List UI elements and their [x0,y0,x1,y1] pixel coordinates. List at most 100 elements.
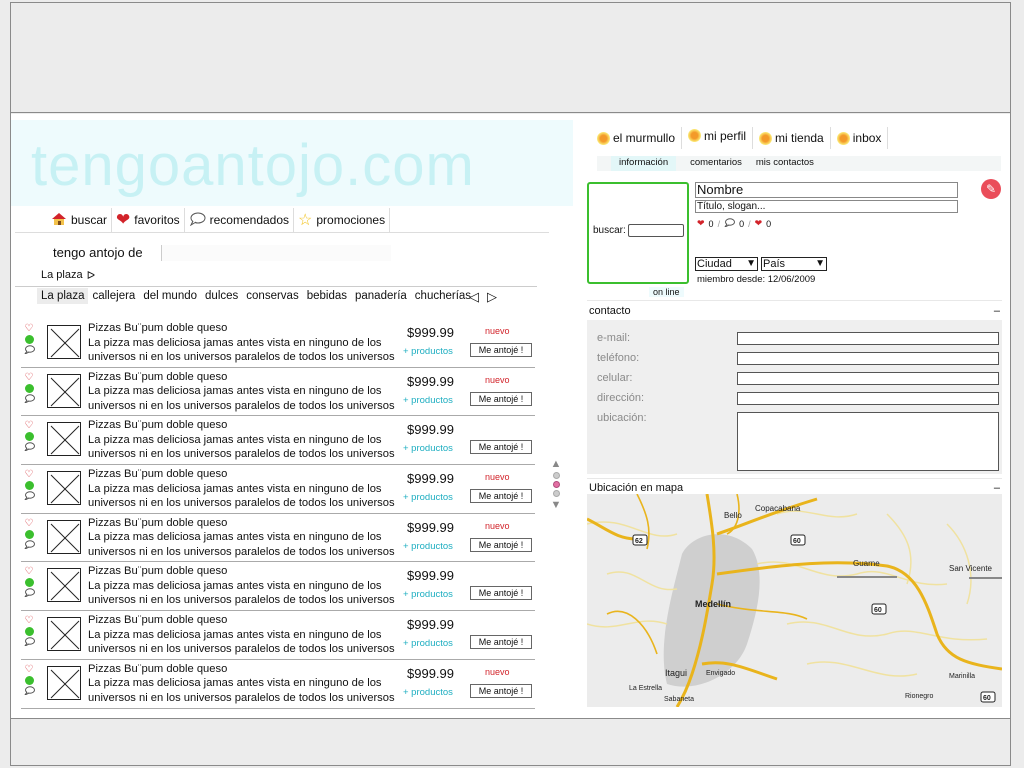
slogan-field[interactable]: Título, slogan... [695,200,958,213]
product-text[interactable]: Pizzas Bu¨pum doble queso La pizza mas d… [88,613,398,657]
edit-pencil-icon[interactable]: ✎ [981,179,1001,199]
tab-panaderia[interactable]: panadería [351,288,411,304]
more-products-link[interactable]: + productos [403,541,453,552]
heart-outline-icon[interactable]: ♡ [25,615,34,626]
row-icons: ♡ [23,372,35,406]
address-field[interactable] [737,392,999,405]
speech-bubble-icon[interactable] [23,686,35,698]
speech-bubble-icon[interactable] [23,345,35,357]
more-products-link[interactable]: + productos [403,346,453,357]
speech-bubble-icon[interactable] [23,637,35,649]
speech-bubble-icon[interactable] [23,442,35,454]
product-image-placeholder[interactable] [47,471,81,506]
product-text[interactable]: Pizzas Bu¨pum doble queso La pizza mas d… [88,516,398,560]
nav-favoritos[interactable]: ❤ favoritos [112,208,185,232]
city-select[interactable]: Ciudad ▼ [695,257,758,271]
me-antoje-button[interactable]: Me antojé ! [470,537,532,552]
nav-promociones[interactable]: ☆ promociones [294,208,391,232]
product-image-placeholder[interactable] [47,617,81,652]
product-row[interactable]: ♡ Pizzas Bu¨pum doble queso La pizza mas… [21,660,535,709]
product-text[interactable]: Pizzas Bu¨pum doble queso La pizza mas d… [88,418,398,462]
product-text[interactable]: Pizzas Bu¨pum doble queso La pizza mas d… [88,564,398,608]
more-products-link[interactable]: + productos [403,638,453,649]
speech-bubble-icon[interactable] [23,393,35,406]
heart-outline-icon[interactable]: ♡ [25,372,34,383]
more-products-link[interactable]: + productos [403,589,453,600]
scroll-down-icon[interactable]: ▼ [551,499,562,511]
product-row[interactable]: ♡ Pizzas Bu¨pum doble queso La pizza mas… [21,416,535,466]
plaza-breadcrumb[interactable]: La plaza ᐅ [41,269,95,282]
speech-bubble-icon[interactable] [23,588,35,600]
product-row[interactable]: ♡ Pizzas Bu¨pum doble queso La pizza mas… [21,562,535,612]
nav-buscar[interactable]: buscar [47,208,113,232]
product-image-placeholder[interactable] [47,519,81,554]
more-products-link[interactable]: + productos [403,395,453,406]
heart-outline-icon[interactable]: ♡ [25,469,34,480]
location-field[interactable] [737,412,999,471]
tab-la-plaza[interactable]: La plaza [37,288,89,304]
tab-bebidas[interactable]: bebidas [303,288,351,304]
product-row[interactable]: ♡ Pizzas Bu¨pum doble queso La pizza mas… [21,514,535,563]
next-arrow-icon[interactable]: ▷ [487,289,497,305]
tab-mis-contactos[interactable]: mis contactos [756,156,814,171]
country-select[interactable]: País ▼ [761,257,827,271]
mobile-field[interactable] [737,372,999,385]
more-products-link[interactable]: + productos [403,492,453,503]
product-row[interactable]: ♡ Pizzas Bu¨pum doble queso La pizza mas… [21,465,535,514]
scroll-up-icon[interactable]: ▲ [551,458,562,470]
product-text[interactable]: Pizzas Bu¨pum doble queso La pizza mas d… [88,370,398,414]
scroll-dot[interactable] [552,490,560,497]
me-antoje-button[interactable]: Me antojé ! [470,635,532,650]
name-field[interactable]: Nombre [695,182,958,198]
tab-informacion[interactable]: información [611,156,677,171]
product-image-placeholder[interactable] [47,422,81,457]
site-logo[interactable]: tengoantojo.com [31,132,475,199]
me-antoje-button[interactable]: Me antojé ! [470,683,532,698]
product-row[interactable]: ♡ Pizzas Bu¨pum doble queso La pizza mas… [21,319,535,368]
scroll-dot[interactable] [552,472,560,479]
speech-bubble-icon[interactable] [23,491,35,503]
product-image-placeholder[interactable] [47,325,81,359]
prev-arrow-icon[interactable]: ◁ [469,289,479,305]
heart-outline-icon[interactable]: ♡ [25,518,34,529]
me-antoje-button[interactable]: Me antojé ! [470,586,532,601]
scroll-dot-active[interactable] [552,481,560,488]
me-antoje-button[interactable]: Me antojé ! [470,440,532,455]
heart-outline-icon[interactable]: ♡ [25,566,34,577]
product-text[interactable]: Pizzas Bu¨pum doble queso La pizza mas d… [88,321,398,365]
me-antoje-button[interactable]: Me antojé ! [470,489,532,504]
product-text[interactable]: Pizzas Bu¨pum doble queso La pizza mas d… [88,662,398,706]
phone-field[interactable] [737,352,999,365]
product-row[interactable]: ♡ Pizzas Bu¨pum doble queso La pizza mas… [21,611,535,660]
nav-el-murmullo[interactable]: el murmullo [591,127,683,149]
email-field[interactable] [737,332,999,345]
heart-outline-icon[interactable]: ♡ [25,664,34,675]
avatar-file-input[interactable] [628,224,684,237]
product-image-placeholder[interactable] [47,568,81,603]
tab-chucherias[interactable]: chucherías [411,288,475,304]
nav-mi-tienda[interactable]: mi tienda [753,127,831,149]
nav-mi-perfil[interactable]: mi perfil [682,127,754,149]
me-antoje-button[interactable]: Me antojé ! [470,343,532,357]
tab-comentarios[interactable]: comentarios [690,156,742,171]
tab-callejera[interactable]: callejera [88,288,139,304]
collapse-icon[interactable]: – [994,482,1000,494]
product-row[interactable]: ♡ Pizzas Bu¨pum doble queso La pizza mas… [21,368,535,417]
more-products-link[interactable]: + productos [403,443,453,454]
product-text[interactable]: Pizzas Bu¨pum doble queso La pizza mas d… [88,467,398,511]
location-map[interactable]: Bello Copacabana Medellín Guarne San Vic… [587,494,1002,707]
more-products-link[interactable]: + productos [403,687,453,698]
tab-del-mundo[interactable]: del mundo [139,288,201,304]
product-image-placeholder[interactable] [47,665,81,700]
speech-bubble-icon[interactable] [23,540,35,552]
tab-conservas[interactable]: conservas [242,288,302,304]
nav-inbox[interactable]: inbox [831,127,889,149]
antojo-search-input[interactable] [161,245,391,261]
heart-outline-icon[interactable]: ♡ [25,420,34,431]
tab-dulces[interactable]: dulces [201,288,242,304]
nav-recomendados[interactable]: recomendados [185,208,295,232]
me-antoje-button[interactable]: Me antojé ! [470,391,532,406]
heart-outline-icon[interactable]: ♡ [25,323,34,334]
product-image-placeholder[interactable] [47,373,81,408]
collapse-icon[interactable]: – [994,305,1000,317]
